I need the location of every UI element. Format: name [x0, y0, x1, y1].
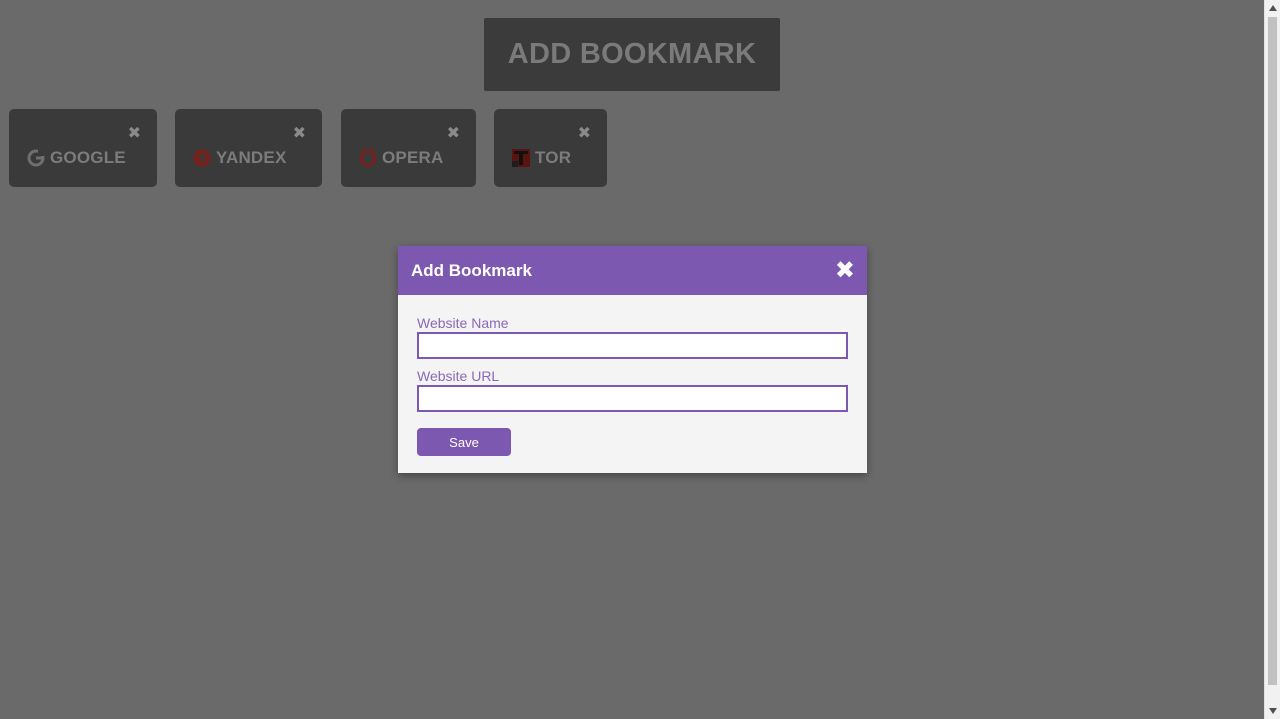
close-icon[interactable]: ✖	[835, 258, 855, 283]
add-bookmark-button[interactable]: ADD BOOKMARK	[484, 18, 780, 91]
bookmark-card-opera[interactable]: ✖ OPERA	[341, 109, 476, 187]
opera-icon	[360, 149, 376, 167]
website-url-label: Website URL	[417, 368, 500, 384]
modal-title: Add Bookmark	[411, 260, 532, 280]
bookmark-link-opera[interactable]: OPERA	[359, 148, 443, 168]
scroll-up-arrow-icon[interactable]	[1265, 0, 1280, 16]
close-icon[interactable]: ✖	[447, 126, 460, 142]
bookmark-link-google[interactable]: GOOGLE	[27, 148, 126, 168]
svg-text:Я: Я	[197, 152, 206, 166]
page: ADD BOOKMARK ✖ GOOGLE ✖ Я YANDEX ✖ OPERA…	[0, 0, 1264, 719]
yandex-icon: Я	[193, 149, 211, 167]
bookmark-link-yandex[interactable]: Я YANDEX	[193, 148, 287, 168]
bookmark-name: GOOGLE	[50, 148, 126, 167]
add-bookmark-modal: Add Bookmark ✖ Website Name Website URL …	[398, 246, 867, 473]
website-url-field-group: Website URL	[417, 368, 848, 412]
bookmark-card-google[interactable]: ✖ GOOGLE	[9, 109, 157, 187]
bookmark-name: TOR	[535, 148, 572, 167]
modal-header: Add Bookmark ✖	[398, 246, 867, 295]
close-icon[interactable]: ✖	[293, 126, 306, 142]
close-icon[interactable]: ✖	[578, 126, 591, 142]
website-name-field-group: Website Name	[417, 315, 848, 359]
google-icon	[27, 149, 45, 167]
bookmark-card-tor[interactable]: ✖ TOR	[494, 109, 607, 187]
website-url-input[interactable]	[417, 385, 848, 412]
bookmark-card-yandex[interactable]: ✖ Я YANDEX	[175, 109, 322, 187]
website-name-input[interactable]	[417, 332, 848, 359]
add-bookmark-label: ADD BOOKMARK	[507, 38, 757, 70]
close-icon[interactable]: ✖	[128, 126, 141, 142]
scroll-thumb[interactable]	[1268, 17, 1277, 685]
modal-body: Website Name Website URL Save	[398, 295, 867, 456]
scroll-down-arrow-icon[interactable]	[1265, 703, 1280, 719]
tor-icon	[512, 149, 530, 167]
website-name-label: Website Name	[417, 315, 509, 331]
bookmark-link-tor[interactable]: TOR	[512, 148, 571, 168]
bookmark-name: YANDEX	[216, 148, 287, 167]
bookmark-name: OPERA	[382, 148, 444, 167]
vertical-scrollbar[interactable]	[1264, 0, 1280, 719]
save-button[interactable]: Save	[417, 428, 511, 456]
